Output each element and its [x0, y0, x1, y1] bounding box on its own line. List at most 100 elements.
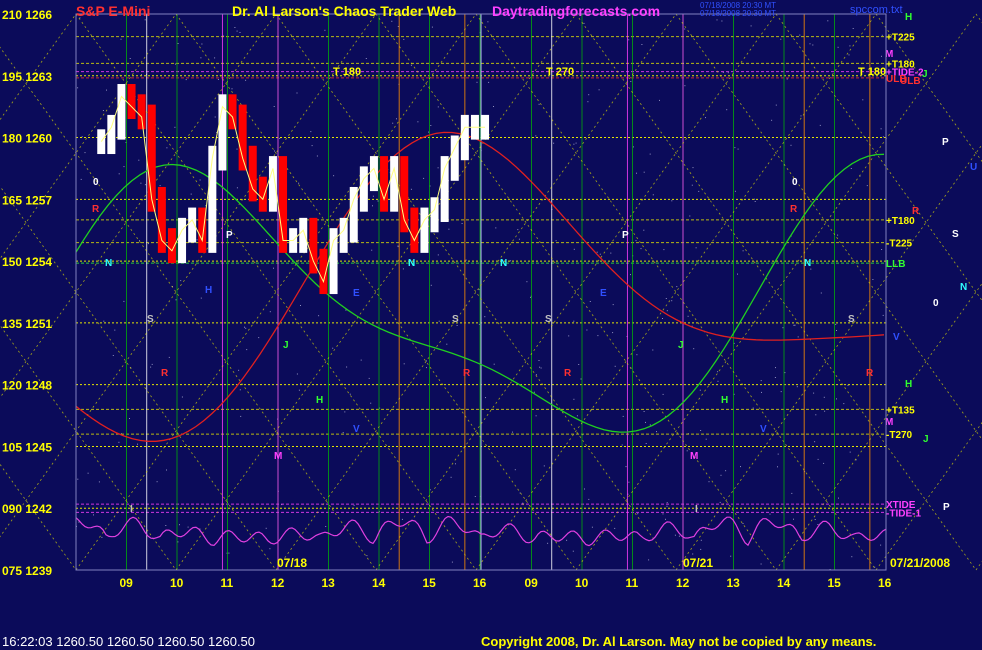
star-dot — [493, 363, 495, 365]
star-dot — [796, 386, 798, 388]
star-dot — [691, 184, 693, 186]
star-dot — [737, 148, 739, 150]
star-dot — [366, 555, 368, 557]
star-dot — [720, 474, 722, 476]
star-dot — [588, 94, 590, 96]
star-dot — [81, 136, 83, 138]
star-dot — [371, 249, 373, 251]
star-dot — [742, 523, 744, 524]
star-dot — [730, 555, 732, 557]
x-tick-label: 09 — [120, 576, 134, 590]
quote-line: 16:22:03 1260.50 1260.50 1260.50 1260.50 — [2, 634, 256, 649]
star-dot — [392, 122, 394, 124]
star-dot — [526, 281, 528, 283]
star-dot — [137, 443, 138, 445]
site-link[interactable]: Daytradingforecasts.com — [492, 3, 660, 19]
star-dot — [140, 182, 142, 184]
star-dot — [478, 289, 480, 291]
lattice-line — [775, 13, 982, 302]
star-dot — [700, 430, 702, 431]
star-dot — [180, 280, 182, 282]
star-dot — [852, 28, 854, 29]
star-dot — [437, 254, 439, 256]
price-bar — [369, 156, 378, 192]
star-dot — [269, 548, 271, 550]
star-dot — [777, 453, 779, 455]
star-dot — [632, 146, 634, 148]
chart-marker: J — [678, 340, 684, 351]
chart-marker: R — [161, 368, 169, 379]
price-bar — [117, 84, 126, 140]
star-dot — [476, 81, 478, 83]
star-dot — [166, 147, 168, 149]
right-marker: V — [893, 332, 900, 343]
price-bar — [349, 186, 358, 243]
star-dot — [754, 201, 756, 202]
star-dot — [514, 469, 516, 471]
right-marker: U — [970, 162, 977, 173]
star-dot — [530, 296, 532, 298]
x-tick-label: 11 — [221, 576, 234, 590]
chart-marker: R — [564, 368, 572, 379]
star-dot — [238, 369, 240, 371]
star-dot — [236, 148, 238, 150]
star-dot — [774, 377, 776, 378]
star-dot — [882, 314, 884, 316]
y-tick-label: 180 1260 — [2, 132, 52, 146]
star-dot — [236, 30, 238, 32]
star-dot — [761, 391, 762, 393]
star-dot — [734, 190, 736, 192]
star-dot — [640, 248, 642, 250]
star-dot — [325, 526, 327, 527]
star-dot — [809, 43, 811, 45]
y-tick-label: 210 1266 — [2, 8, 52, 22]
star-dot — [365, 58, 367, 59]
star-dot — [676, 286, 678, 288]
star-dot — [737, 273, 738, 275]
star-dot — [239, 389, 241, 391]
star-dot — [410, 64, 412, 66]
star-dot — [200, 297, 202, 299]
star-dot — [630, 274, 631, 276]
star-dot — [695, 247, 697, 249]
chart-level-label: T 270 — [546, 66, 574, 78]
star-dot — [659, 99, 660, 101]
lattice-line — [675, 13, 982, 441]
star-dot — [474, 496, 476, 497]
star-dot — [118, 441, 120, 443]
star-dot — [578, 364, 580, 365]
chart-marker: 0 — [93, 177, 99, 188]
x-tick-label: 10 — [170, 576, 184, 590]
star-dot — [882, 136, 884, 138]
star-dot — [775, 104, 777, 106]
star-dot — [196, 239, 198, 241]
star-dot — [296, 373, 298, 375]
star-dot — [837, 46, 839, 48]
star-dot — [719, 501, 721, 503]
star-dot — [705, 438, 707, 440]
star-dot — [692, 167, 694, 169]
star-dot — [123, 166, 125, 168]
star-dot — [662, 513, 664, 515]
star-dot — [349, 393, 351, 395]
star-dot — [139, 240, 140, 242]
level-label: -T225 — [886, 239, 913, 250]
chart-marker: S — [452, 314, 459, 325]
x-tick-label: 12 — [271, 576, 285, 590]
star-dot — [850, 168, 852, 169]
price-bar — [268, 156, 277, 212]
star-dot — [662, 393, 664, 395]
star-dot — [663, 249, 665, 251]
star-dot — [881, 249, 883, 250]
star-dot — [240, 415, 242, 417]
star-dot — [512, 431, 513, 433]
star-dot — [84, 152, 86, 154]
star-dot — [77, 87, 79, 89]
star-dot — [311, 145, 313, 147]
star-dot — [274, 150, 275, 152]
star-dot — [547, 542, 549, 544]
star-dot — [273, 267, 274, 269]
star-dot — [456, 325, 458, 326]
star-dot — [485, 397, 486, 399]
star-dot — [823, 396, 825, 398]
